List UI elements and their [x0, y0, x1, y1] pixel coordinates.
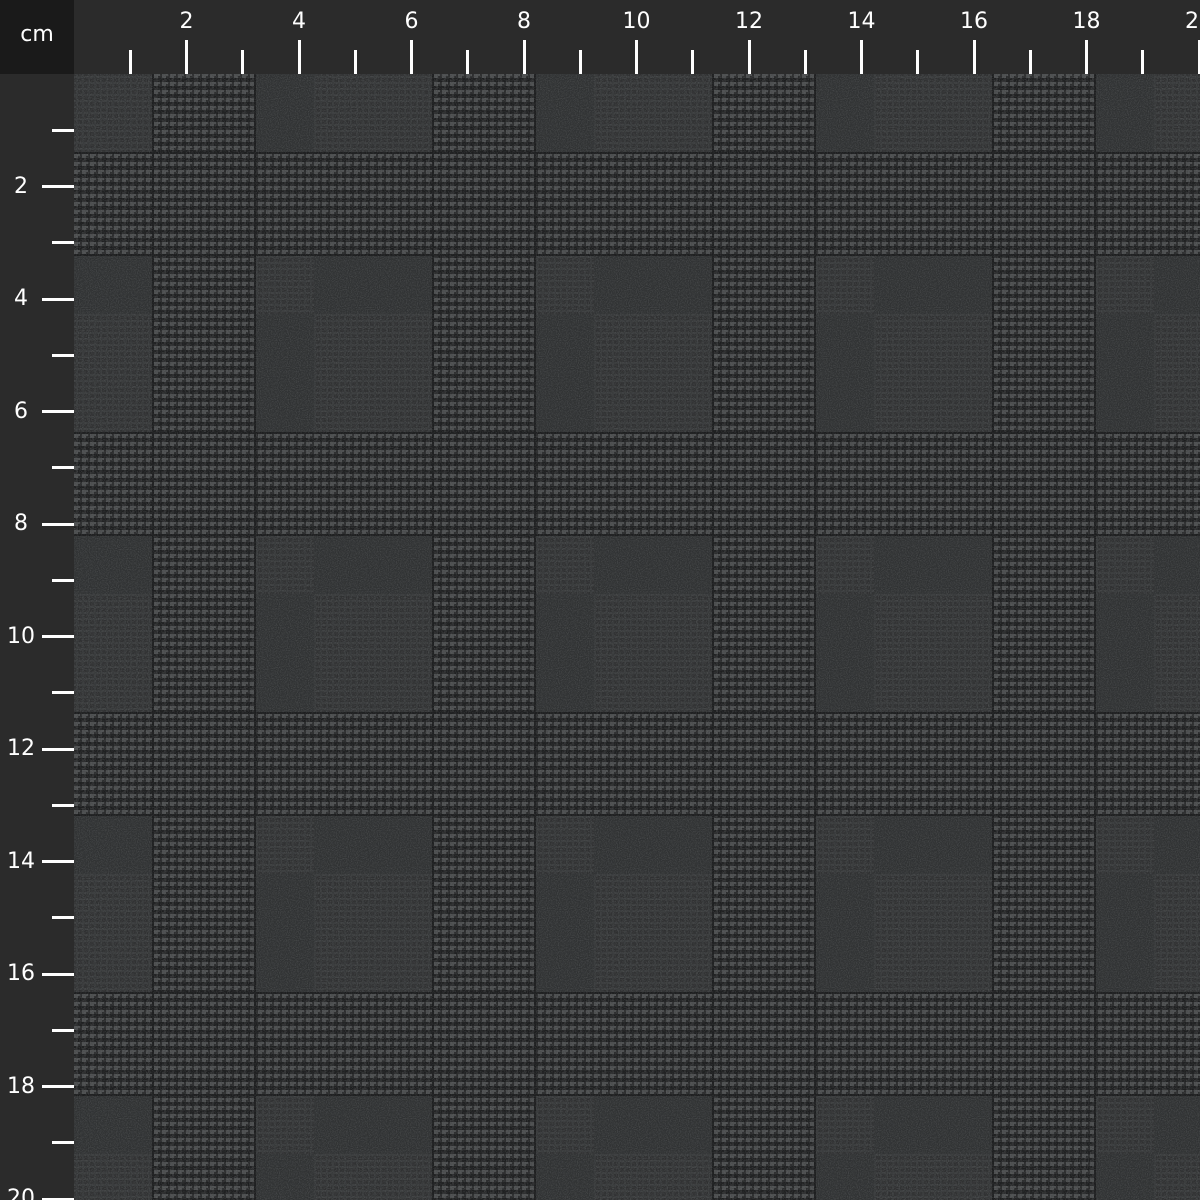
ruler-minor-tick	[128, 50, 132, 74]
fabric-swatch-viewer: cm 2 4 6 8 10 12 14 16 18 20 2 4 6 8 10 12 14 16 18 20	[0, 0, 1200, 1200]
ruler-major-tick	[42, 747, 74, 751]
ruler-top-label: 8	[517, 9, 531, 34]
ruler-top-label: 2	[179, 9, 194, 34]
ruler-minor-tick	[916, 50, 920, 74]
ruler-minor-tick	[52, 691, 74, 695]
ruler-top-label: 16	[960, 9, 988, 34]
ruler-minor-tick	[803, 50, 807, 74]
ruler-left-label: 8	[14, 511, 28, 536]
ruler-minor-tick	[1028, 50, 1032, 74]
ruler-major-tick	[42, 297, 74, 301]
ruler-minor-tick	[466, 50, 470, 74]
ruler-major-tick	[42, 860, 74, 863]
ruler-major-tick	[42, 1085, 74, 1088]
ruler-minor-tick	[52, 353, 74, 357]
ruler-major-tick	[747, 40, 751, 74]
ruler-major-tick	[297, 40, 301, 74]
ruler-minor-tick	[578, 50, 582, 74]
ruler-minor-tick	[241, 50, 245, 74]
ruler-major-tick	[972, 40, 976, 74]
ruler-minor-tick	[353, 50, 357, 74]
ruler-minor-tick	[52, 241, 74, 245]
ruler-left-label: 2	[14, 173, 28, 199]
ruler-left-label: 6	[14, 398, 28, 424]
ruler-left-label: 10	[7, 623, 35, 649]
ruler-minor-tick	[52, 916, 74, 920]
ruler-major-tick	[42, 635, 74, 638]
glen-check-pattern	[74, 74, 1200, 1200]
ruler-minor-tick	[52, 466, 74, 470]
ruler-minor-tick	[1141, 50, 1145, 74]
ruler-left-label: 20	[7, 1186, 35, 1200]
fabric-swatch	[74, 74, 1200, 1200]
ruler-major-tick	[42, 972, 74, 976]
ruler-top-label: 6	[404, 9, 419, 34]
ruler-major-tick	[42, 410, 74, 413]
ruler-major-tick	[1085, 40, 1088, 74]
ruler-top-label: 20	[1185, 9, 1200, 34]
ruler-minor-tick	[52, 1141, 74, 1145]
ruler-major-tick	[185, 40, 188, 74]
ruler-top-label: 18	[1072, 9, 1101, 34]
ruler-minor-tick	[52, 128, 74, 132]
ruler-minor-tick	[52, 803, 74, 807]
ruler-left-label: 14	[7, 848, 35, 874]
ruler-major-tick	[410, 40, 413, 74]
ruler-minor-tick	[52, 578, 74, 582]
ruler-major-tick	[860, 40, 863, 74]
ruler-minor-tick	[691, 50, 695, 74]
ruler-major-tick	[42, 185, 74, 188]
ruler-left-label: 12	[7, 736, 35, 761]
ruler-top-label: 12	[735, 9, 763, 34]
unit-label: cm	[20, 22, 54, 47]
ruler-left-label: 18	[7, 1073, 35, 1099]
ruler-top-label: 4	[292, 9, 306, 34]
unit-corner: cm	[0, 0, 74, 74]
ruler-top-label: 14	[847, 9, 876, 34]
ruler-top-label: 10	[622, 9, 651, 34]
ruler-major-tick	[635, 40, 638, 74]
ruler-major-tick	[42, 522, 74, 526]
vertical-ruler: 2 4 6 8 10 12 14 16 18 20	[0, 74, 74, 1200]
ruler-left-label: 16	[7, 961, 35, 986]
ruler-minor-tick	[52, 1028, 74, 1032]
ruler-major-tick	[522, 40, 526, 74]
ruler-left-label: 4	[14, 286, 28, 311]
horizontal-ruler: 2 4 6 8 10 12 14 16 18 20	[74, 0, 1200, 74]
